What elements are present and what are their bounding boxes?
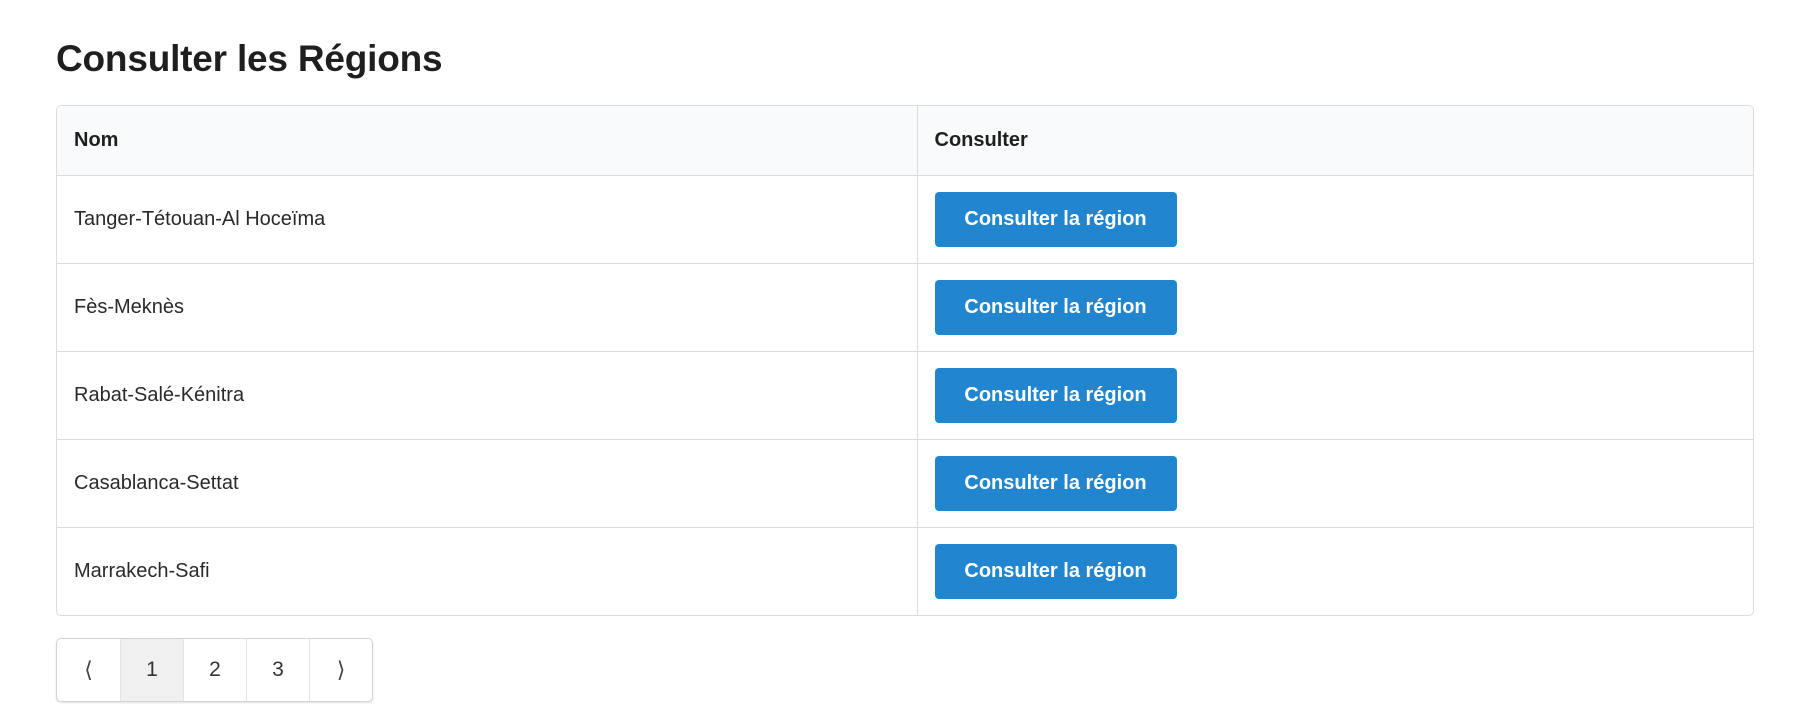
action-cell: Consulter la région <box>916 350 1753 439</box>
region-name: Fès-Meknès <box>57 262 917 351</box>
action-cell: Consulter la région <box>916 262 1753 351</box>
page-title: Consulter les Régions <box>56 38 443 79</box>
region-name: Marrakech-Safi <box>57 526 917 615</box>
table-row: Marrakech-Safi Consulter la région <box>57 526 1753 615</box>
action-cell: Consulter la région <box>916 438 1753 527</box>
pagination-page-3[interactable]: 3 <box>246 639 309 701</box>
pagination-prev-button[interactable]: ⟨ <box>57 639 120 701</box>
region-name: Casablanca-Settat <box>57 438 917 527</box>
column-header-consulter: Consulter <box>916 106 1753 176</box>
consult-region-button[interactable]: Consulter la région <box>934 279 1177 335</box>
pagination-page-1[interactable]: 1 <box>120 639 183 701</box>
table-row: Tanger-Tétouan-Al Hoceïma Consulter la r… <box>57 175 1753 263</box>
pagination-next-button[interactable]: ⟩ <box>309 639 372 701</box>
table-header-row: Nom Consulter <box>57 106 1753 176</box>
action-cell: Consulter la région <box>916 526 1753 615</box>
consult-region-button[interactable]: Consulter la région <box>934 455 1177 511</box>
consult-region-button[interactable]: Consulter la région <box>934 367 1177 423</box>
chevron-left-icon: ⟨ <box>84 657 93 682</box>
page: Consulter les Régions Nom Consulter Tang… <box>0 0 1810 716</box>
column-header-nom: Nom <box>57 106 917 176</box>
region-name: Rabat-Salé-Kénitra <box>57 350 917 439</box>
action-cell: Consulter la région <box>916 175 1753 263</box>
consult-region-button[interactable]: Consulter la région <box>934 191 1177 247</box>
regions-table: Nom Consulter Tanger-Tétouan-Al Hoceïma … <box>56 105 1754 616</box>
pagination: ⟨ 1 2 3 ⟩ <box>56 638 373 702</box>
pagination-page-2[interactable]: 2 <box>183 639 246 701</box>
chevron-right-icon: ⟩ <box>336 657 346 682</box>
table-row: Casablanca-Settat Consulter la région <box>57 438 1753 527</box>
region-name: Tanger-Tétouan-Al Hoceïma <box>74 207 326 230</box>
table-row: Fès-Meknès Consulter la région <box>57 262 1753 351</box>
consult-region-button[interactable]: Consulter la région <box>934 543 1177 599</box>
table-row: Rabat-Salé-Kénitra Consulter la région <box>57 350 1753 439</box>
